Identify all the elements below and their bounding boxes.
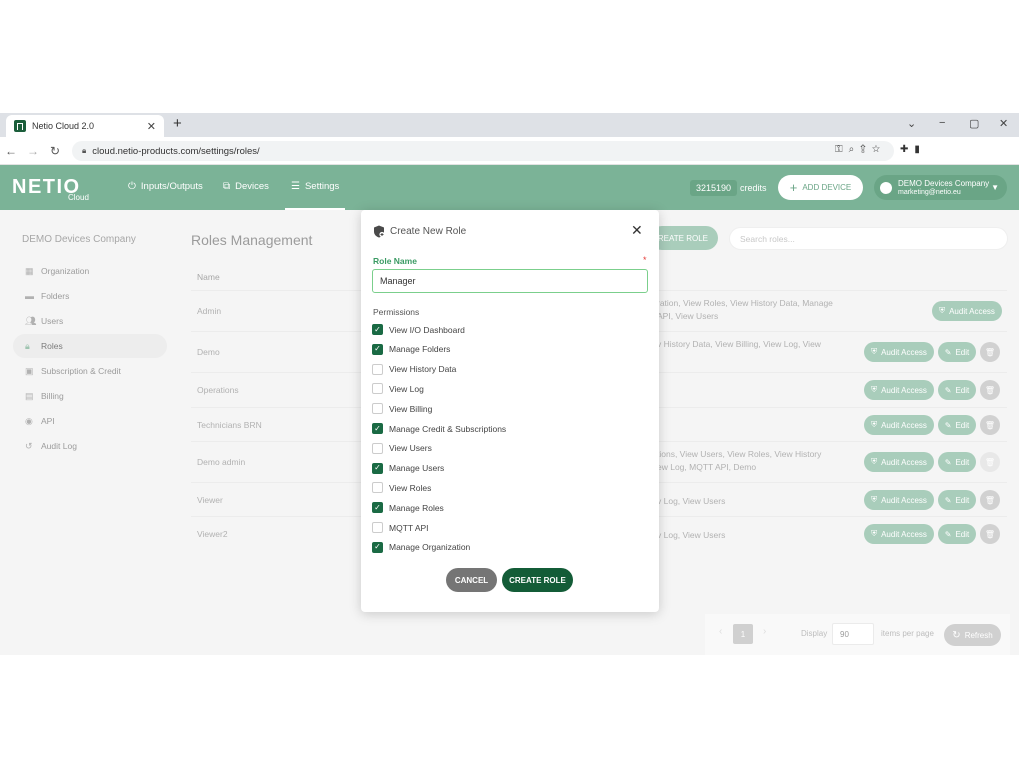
checkbox-unchecked[interactable]	[372, 522, 383, 533]
nav-inputs-outputs[interactable]: ⏻ Inputs/Outputs	[128, 181, 203, 192]
url-text: cloud.netio-products.com/settings/roles/	[92, 145, 260, 157]
permission-checkbox-row[interactable]: ✓ Manage Users	[372, 462, 445, 474]
credits-label: credits	[740, 183, 767, 193]
permission-label: View Users	[389, 443, 432, 454]
permission-checkbox-row[interactable]: View Users	[372, 442, 432, 454]
required-mark: *	[643, 255, 647, 265]
account-name: DEMO Devices Company	[898, 178, 990, 188]
maximize-button[interactable]: ▢	[969, 117, 979, 130]
permission-checkbox-row[interactable]: ✓ Manage Organization	[372, 541, 471, 553]
permission-label: Manage Folders	[389, 344, 451, 355]
checkbox-unchecked[interactable]	[372, 403, 383, 415]
browser-tab[interactable]: Netio Cloud 2.0 ✕	[6, 115, 164, 137]
permission-checkbox-row[interactable]: ✓ View I/O Dashboard	[372, 324, 465, 335]
tab-strip: Netio Cloud 2.0 ✕ + ⌄ − ▢ ✕	[0, 113, 1019, 137]
tab-title: Netio Cloud 2.0	[32, 121, 95, 131]
minimize-button[interactable]: −	[939, 117, 945, 129]
permissions-title: Permissions	[373, 307, 420, 317]
extensions-icon[interactable]: ✚▮	[900, 144, 926, 155]
plus-icon: +	[789, 180, 798, 195]
checkbox-checked[interactable]: ✓	[372, 324, 383, 335]
permission-label: View Log	[389, 383, 424, 394]
role-name-label: Role Name	[373, 256, 417, 266]
shield-add-icon	[374, 225, 385, 238]
nav-settings[interactable]: ☰ Settings	[284, 181, 346, 210]
caret-down-icon: ▼	[991, 183, 999, 192]
tab-close-icon[interactable]: ✕	[147, 120, 156, 133]
new-tab-button[interactable]: +	[173, 115, 182, 132]
account-menu[interactable]: DEMO Devices Company marketing@netio.eu …	[874, 175, 1007, 200]
reload-icon[interactable]: ↻	[44, 144, 66, 158]
permission-checkbox-row[interactable]: ✓ Manage Credit & Subscriptions	[372, 423, 506, 434]
window-close-button[interactable]: ✕	[999, 117, 1008, 130]
forward-arrow-icon[interactable]: →	[22, 144, 44, 158]
logo-subtitle: Cloud	[68, 193, 89, 202]
add-device-button[interactable]: + ADD DEVICE	[778, 175, 863, 200]
checkbox-checked[interactable]: ✓	[372, 541, 383, 553]
address-bar[interactable]: 🔒︎ cloud.netio-products.com/settings/rol…	[72, 141, 894, 161]
permission-checkbox-row[interactable]: ✓ Manage Roles	[372, 502, 444, 514]
checkbox-checked[interactable]: ✓	[372, 343, 383, 355]
omnibox-icons[interactable]: ⚿⌕⇪☆	[835, 144, 886, 155]
checkbox-checked[interactable]: ✓	[372, 462, 383, 474]
nav-devices[interactable]: ⧉ Devices	[223, 181, 269, 192]
permission-label: View I/O Dashboard	[389, 324, 465, 335]
create-role-submit-button[interactable]: CREATE ROLE	[502, 568, 573, 592]
create-role-modal: Create New Role ✕ Role Name * Manager Pe…	[361, 210, 659, 612]
credits-value: 3215190	[690, 180, 738, 196]
permission-label: View Billing	[389, 403, 433, 414]
checkbox-unchecked[interactable]	[372, 442, 383, 454]
role-name-input[interactable]: Manager	[372, 269, 648, 293]
checkbox-unchecked[interactable]	[372, 383, 383, 395]
nav-label: Inputs/Outputs	[140, 181, 203, 192]
nav-label: Devices	[235, 181, 269, 192]
account-email: marketing@netio.eu	[898, 188, 961, 196]
sliders-icon: ☰	[291, 181, 300, 192]
modal-title: Create New Role	[390, 226, 467, 237]
permission-label: View Roles	[389, 482, 432, 493]
permission-label: View History Data	[389, 364, 457, 375]
permission-label: Manage Credit & Subscriptions	[389, 423, 507, 434]
permission-label: Manage Users	[389, 463, 445, 474]
lock-icon: 🔒︎	[82, 146, 87, 155]
account-avatar-icon	[880, 181, 892, 194]
add-device-label: ADD DEVICE	[802, 183, 852, 192]
permission-checkbox-row[interactable]: View Billing	[372, 403, 433, 415]
browser-toolbar: ← → ↻ 🔒︎ cloud.netio-products.com/settin…	[0, 137, 1019, 165]
permission-checkbox-row[interactable]: View History Data	[372, 363, 457, 375]
close-icon[interactable]: ✕	[631, 222, 643, 239]
permission-checkbox-row[interactable]: ✓ Manage Folders	[372, 343, 451, 355]
network-icon: ⧉	[223, 181, 231, 192]
permission-checkbox-row[interactable]: View Log	[372, 383, 424, 395]
app-header: NETIO Cloud ⏻ Inputs/Outputs ⧉ Devices ☰…	[0, 165, 1019, 210]
permission-label: Manage Organization	[389, 542, 471, 553]
checkbox-checked[interactable]: ✓	[372, 423, 383, 434]
checkbox-unchecked[interactable]	[372, 482, 383, 494]
tab-search-icon[interactable]: ⌄	[907, 117, 916, 130]
power-icon: ⏻	[128, 181, 136, 192]
back-arrow-icon[interactable]: ←	[0, 144, 22, 158]
checkbox-unchecked[interactable]	[372, 363, 383, 375]
nav-label: Settings	[304, 181, 340, 192]
permission-checkbox-row[interactable]: View Roles	[372, 482, 432, 494]
permission-label: Manage Roles	[389, 502, 444, 513]
permission-checkbox-row[interactable]: MQTT API	[372, 522, 429, 533]
permission-label: MQTT API	[389, 522, 429, 533]
netio-favicon-icon	[14, 120, 26, 132]
cancel-button[interactable]: CANCEL	[446, 568, 497, 592]
checkbox-checked[interactable]: ✓	[372, 502, 383, 514]
